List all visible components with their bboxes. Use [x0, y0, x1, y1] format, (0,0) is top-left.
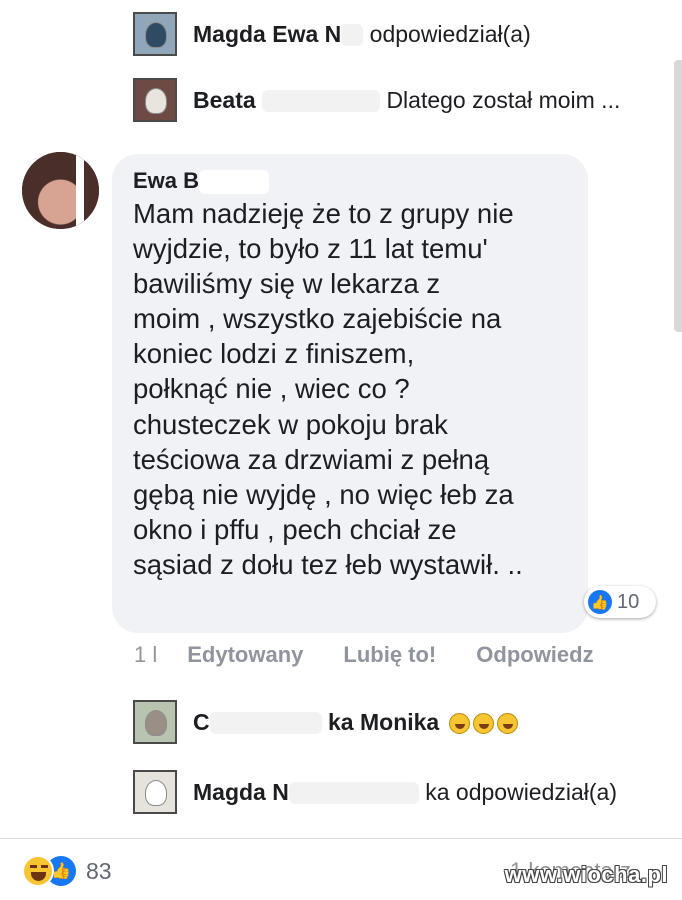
reaction-summary[interactable]: 👍 10 [584, 586, 656, 618]
reply-summary[interactable]: odpowiedział(a) [370, 21, 531, 47]
avatar[interactable] [133, 12, 177, 56]
grinning-face-icon [448, 712, 470, 734]
comment-line: bawiliśmy się w lekarza z [133, 268, 441, 300]
comment-line: chusteczek w pokoju brak [133, 408, 448, 440]
reply-summary[interactable]: Dlatego został moim ... [386, 87, 620, 113]
comment-line: Mam nadzieję że to z grupy nie [133, 198, 514, 229]
avatar[interactable] [133, 78, 177, 122]
watermark: www.wiocha.pl [504, 862, 668, 887]
reply-item[interactable]: Magda Ewa N odpowiedział(a) [133, 12, 531, 56]
reply-author-name[interactable]: Magda Ewa N [193, 21, 341, 47]
divider [0, 838, 682, 839]
avatar[interactable] [22, 152, 99, 229]
reaction-total: 83 [86, 857, 112, 884]
comment-bubble: Ewa B Mam nadzieję że to z grupy nie wyj… [112, 154, 588, 633]
comment-line: wyjdzie, to było z 11 lat temu' [133, 233, 488, 265]
post-reaction-summary[interactable]: 👍 83 [22, 855, 112, 887]
reply-author-name[interactable]: Beata [193, 87, 262, 113]
comment-line: teściowa za drzwiami z pełną [133, 443, 490, 475]
comment-actions: 1 l Edytowany Lubię to! Odpowiedz [134, 640, 594, 670]
avatar[interactable] [133, 770, 177, 814]
comment-line: gębą nie wyjdę , no więc łeb za [133, 478, 514, 510]
reply-summary[interactable]: ka odpowiedział(a) [425, 779, 617, 805]
like-button[interactable]: Lubię to! [343, 642, 436, 668]
comment-line: moim , wszystko zajebiście na [133, 303, 502, 335]
comment-text: Mam nadzieję że to z grupy nie wyjdzie, … [133, 196, 573, 582]
like-icon: 👍 [588, 590, 612, 614]
grinning-face-icon [472, 712, 494, 734]
reply-summary[interactable]: ka Monika [328, 709, 439, 735]
reply-item[interactable]: Magda N ka odpowiedział(a) [133, 770, 617, 814]
reply-item[interactable]: C ka Monika [133, 700, 518, 744]
reply-author-name[interactable]: C [193, 709, 210, 735]
comment-timestamp[interactable]: 1 l [134, 642, 157, 668]
haha-emoji-icon [22, 855, 54, 887]
comment-line: okno i pffu , pech chciał ze [133, 513, 457, 545]
reply-author-name[interactable]: Magda N [193, 779, 289, 805]
comment-line: koniec lodzi z finiszem, [133, 338, 415, 370]
comment-line: sąsiad z dołu tez łeb wystawił. .. [133, 548, 523, 580]
comment-line: połknąć nie , wiec co ? [133, 373, 410, 405]
reply-item[interactable]: Beata Dlatego został moim ... [133, 78, 620, 122]
reply-button[interactable]: Odpowiedz [476, 642, 593, 668]
reaction-count: 10 [617, 590, 640, 613]
edited-label[interactable]: Edytowany [187, 642, 303, 668]
scrollbar[interactable] [674, 60, 682, 332]
avatar[interactable] [133, 700, 177, 744]
grinning-face-icon [496, 712, 518, 734]
comment-author-name[interactable]: Ewa B [133, 168, 199, 193]
